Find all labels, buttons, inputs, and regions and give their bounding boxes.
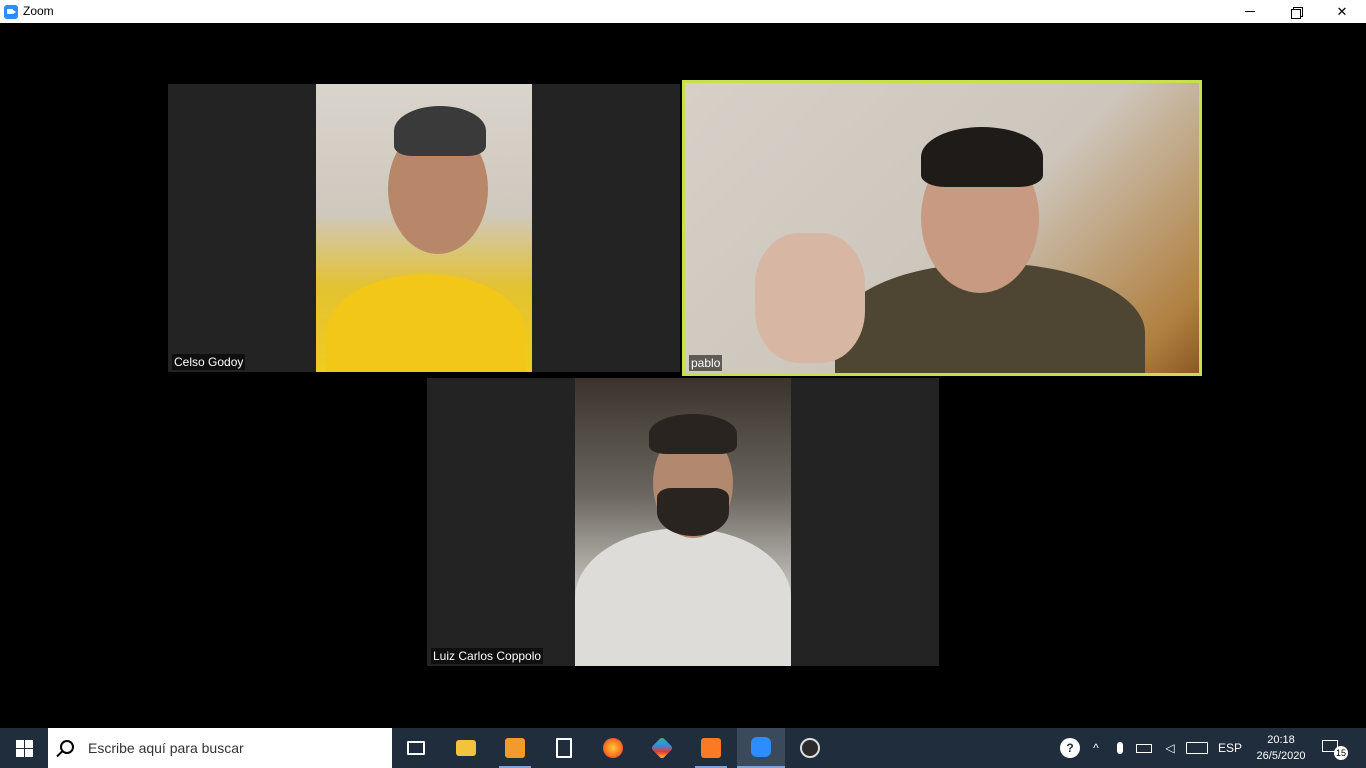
task-view-icon (407, 741, 425, 755)
participant-name: pablo (689, 355, 723, 371)
firefox-icon (603, 738, 623, 758)
search-placeholder: Escribe aquí para buscar (88, 740, 244, 756)
zoom-icon (751, 737, 771, 757)
participant-name: Celso Godoy (172, 354, 246, 370)
taskbar-search-box[interactable]: Escribe aquí para buscar (48, 728, 392, 768)
zoom-button[interactable] (737, 728, 785, 768)
obs-button[interactable] (786, 728, 834, 768)
windows-logo-icon (15, 739, 33, 757)
participant-name: Luiz Carlos Coppolo (431, 648, 544, 664)
close-icon: ✕ (1336, 3, 1348, 19)
clock-date: 26/5/2020 (1256, 750, 1306, 762)
calculator-button[interactable] (540, 728, 588, 768)
restore-icon (1291, 6, 1303, 19)
git-icon (650, 736, 674, 760)
search-icon (60, 740, 74, 754)
maximize-button[interactable] (1273, 0, 1319, 23)
minimize-button[interactable] (1227, 0, 1273, 23)
sublime-text-button[interactable] (491, 728, 539, 768)
sublime-text-icon (505, 738, 525, 758)
window-title: Zoom (23, 4, 54, 18)
clock-time: 20:18 (1267, 734, 1295, 746)
git-button[interactable] (638, 728, 686, 768)
obs-icon (800, 738, 820, 758)
task-view-button[interactable] (392, 728, 440, 768)
participant-tile-active-speaker[interactable]: pablo (682, 80, 1202, 376)
battery-icon[interactable] (1134, 738, 1154, 758)
file-explorer-icon (456, 740, 476, 756)
participant-video (316, 84, 532, 372)
title-bar: Zoom ✕ (0, 0, 1366, 23)
calculator-icon (556, 738, 572, 758)
video-gallery: Celso Godoy pablo Luiz Carlos Coppolo (0, 23, 1366, 728)
show-hidden-icons-chevron-icon[interactable]: ^ (1088, 738, 1104, 758)
action-center-button[interactable]: 15 (1322, 738, 1348, 760)
xampp-button[interactable] (687, 728, 735, 768)
participant-tile[interactable]: Luiz Carlos Coppolo (427, 378, 939, 666)
help-icon[interactable]: ? (1058, 738, 1082, 758)
file-explorer-button[interactable] (442, 728, 490, 768)
participant-tile[interactable]: Celso Godoy (168, 84, 680, 372)
keyboard-icon[interactable] (1184, 738, 1210, 758)
minimize-icon (1245, 11, 1255, 12)
input-language[interactable]: ESP (1216, 738, 1244, 758)
zoom-app-icon (4, 5, 18, 19)
windows-taskbar: Escribe aquí para buscar ? ^ ◁ ESP 20:18… (0, 728, 1366, 768)
microphone-icon[interactable] (1112, 738, 1128, 758)
participant-video (685, 83, 1199, 373)
volume-icon[interactable]: ◁ (1160, 738, 1180, 758)
system-clock[interactable]: 20:18 26/5/2020 (1248, 732, 1314, 764)
participant-video (575, 378, 791, 666)
close-button[interactable]: ✕ (1319, 0, 1365, 23)
start-button[interactable] (0, 728, 48, 768)
xampp-icon (701, 738, 721, 758)
notification-count-badge: 15 (1334, 746, 1348, 760)
firefox-button[interactable] (589, 728, 637, 768)
